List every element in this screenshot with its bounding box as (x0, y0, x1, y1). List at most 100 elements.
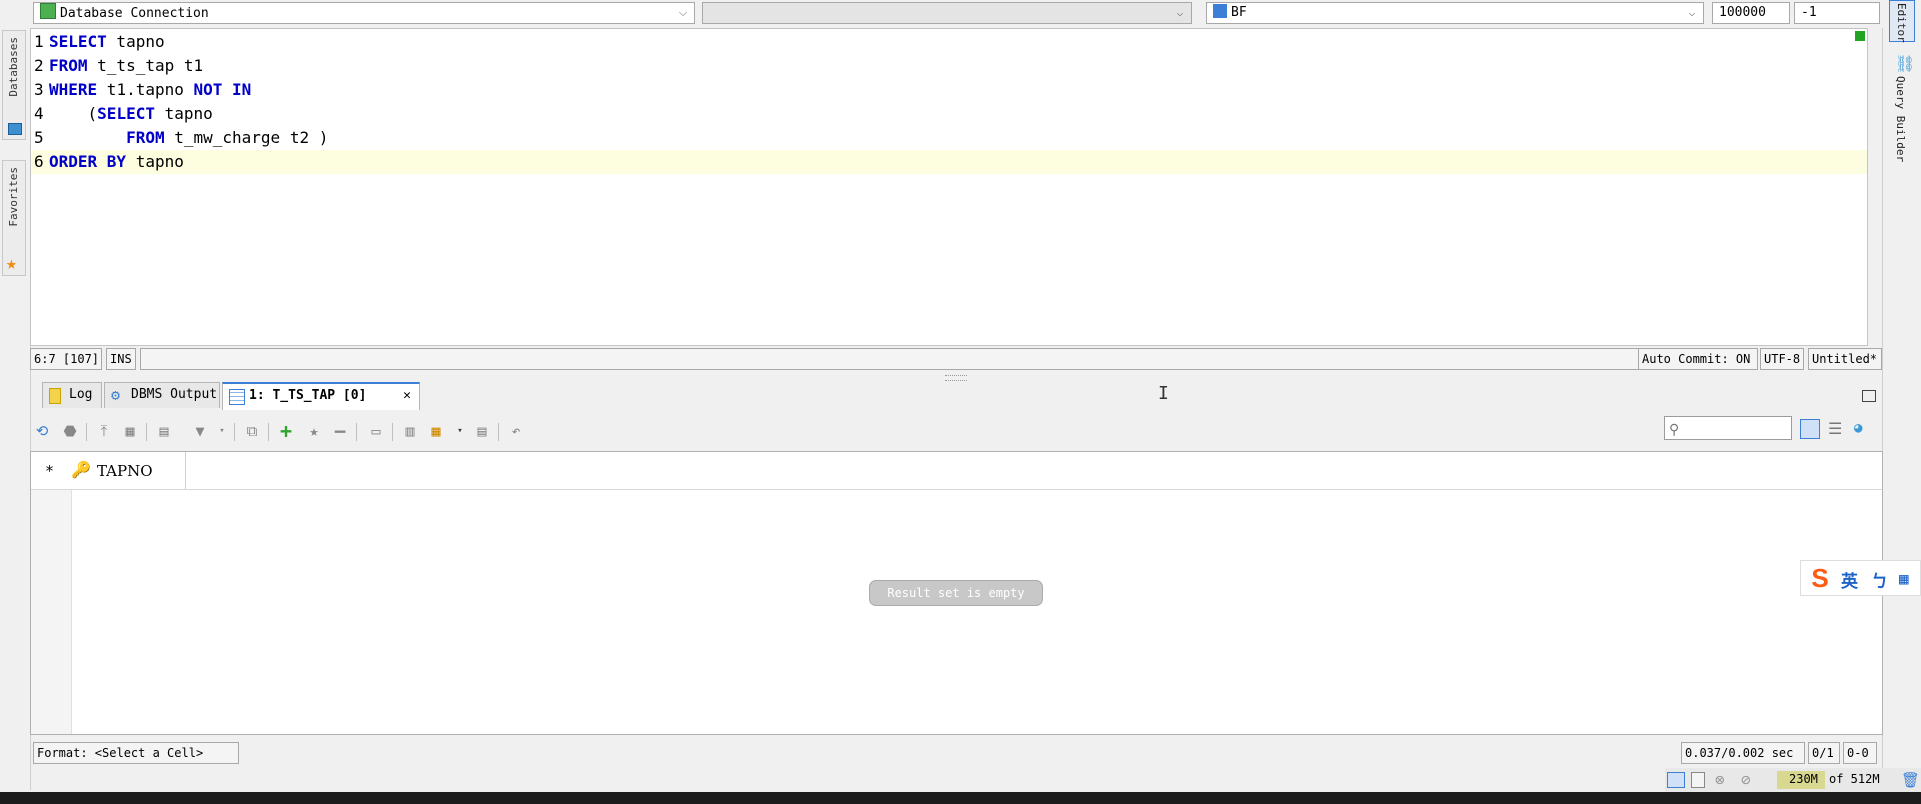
sql-editor[interactable]: 1 SELECT tapno 2 FROM t_ts_tap t1 3 WHERE t1.… (30, 28, 1868, 346)
calculator-icon[interactable]: ▤ (154, 421, 174, 441)
favorites-side-tab[interactable]: Favorites ★ (2, 160, 26, 276)
memory-used: 230M (1789, 772, 1818, 786)
tab-dbms-output[interactable]: ⚙ DBMS Output (104, 382, 220, 408)
chevron-down-icon: ⌵ (678, 7, 688, 19)
line-number: 3 (34, 80, 44, 99)
close-icon[interactable]: ✕ (403, 384, 411, 408)
query-builder-icon: ⛓ (1895, 54, 1916, 73)
add-row-icon[interactable]: + (276, 421, 296, 441)
sql-text: tapno (126, 152, 184, 171)
auto-commit-status[interactable]: Auto Commit: ON (1638, 348, 1758, 370)
sogou-logo-icon: S (1811, 563, 1829, 593)
layout-icon[interactable] (1667, 772, 1685, 788)
stop-icon[interactable]: ⬣ (60, 421, 80, 441)
sql-keyword: FROM (126, 128, 165, 147)
connection-toolbar: Database Connection ⌵ ⌵ BF ⌵ 100000 -1 (30, 0, 1885, 28)
tab-result-label: 1: T_TS_TAP [0] (249, 388, 367, 403)
grid-view-icon[interactable] (1800, 419, 1820, 439)
databases-side-tab[interactable]: Databases (2, 30, 26, 140)
schema-select[interactable]: ⌵ (702, 2, 1192, 24)
sql-keyword: SELECT (97, 104, 155, 123)
gc-icon[interactable]: ⊗ (1715, 770, 1725, 789)
os-taskbar (0, 792, 1921, 804)
cell-format: Format: <Select a Cell> (33, 742, 239, 764)
record-view-icon[interactable]: ☰ (1828, 419, 1842, 438)
grid-icon (229, 389, 245, 405)
ime-punctuation[interactable]: ㄅ (1871, 567, 1888, 592)
max-rows-input[interactable]: 100000 (1712, 2, 1790, 24)
sql-keyword: FROM (49, 56, 88, 75)
sql-text: t_ts_tap t1 (87, 56, 204, 75)
editor-line[interactable]: 1 SELECT tapno (31, 30, 1867, 54)
table-view-icon[interactable]: ▦ (120, 421, 140, 441)
result-toolbar: ⟲ ⬣ ⤒ ▦ ▤ ▼ ▾ ⧉ + ★ − ▭ ▥ ▦ ▾ ▤ ↶ (30, 418, 1885, 446)
sql-text: tapno (154, 104, 213, 123)
insert-mode[interactable]: INS (106, 348, 136, 370)
column-header-tapno[interactable]: TAPNO (97, 462, 153, 480)
sql-text: ( (49, 104, 98, 123)
cancel-icon[interactable]: ⊘ (1741, 770, 1751, 789)
star-icon: ★ (6, 253, 17, 274)
remove-row-icon[interactable]: − (330, 421, 350, 441)
edit-record-icon[interactable]: ▭ (366, 421, 386, 441)
user-schema-icon (1213, 4, 1227, 18)
chevron-down-icon: ⌵ (1688, 6, 1696, 19)
memory-bar[interactable]: ⊗ ⊘ 230M of 512M 🗑 (1665, 768, 1921, 792)
document-icon[interactable] (1691, 772, 1705, 788)
favorite-icon[interactable]: ★ (304, 421, 324, 441)
chevron-down-icon[interactable]: ▾ (450, 421, 470, 441)
line-code: FROM t_ts_tap t1 (49, 54, 203, 78)
right-side-panel: Editor ⛓ Query Builder (1882, 0, 1921, 790)
refresh-icon[interactable]: ⟲ (32, 421, 52, 441)
status-message (140, 348, 1664, 370)
column-divider[interactable] (185, 452, 186, 489)
editor-line[interactable]: 4 (SELECT tapno (31, 102, 1867, 126)
chevron-down-icon[interactable]: ▾ (212, 421, 232, 441)
gear-icon: ⚙ (111, 386, 121, 404)
line-number: 1 (34, 32, 44, 51)
trash-icon[interactable]: 🗑 (1901, 771, 1920, 789)
connection-select[interactable]: Database Connection ⌵ (33, 2, 695, 24)
search-icon: ⚲ (1669, 422, 1680, 438)
panel-splitter[interactable] (945, 375, 967, 381)
line-number: 4 (34, 104, 44, 123)
export-icon[interactable]: ⤒ (94, 421, 114, 441)
tab-result-t-ts-tap[interactable]: 1: T_TS_TAP [0] ✕ (222, 382, 420, 410)
chevron-down-icon: ⌵ (1176, 6, 1184, 19)
sql-text: t_mw_charge t2 ) (164, 128, 329, 147)
editor-line[interactable]: 5 FROM t_mw_charge t2 ) (31, 126, 1867, 150)
output-tabs: Log ⚙ DBMS Output 1: T_TS_TAP [0] ✕ (30, 382, 1885, 410)
user-select[interactable]: BF ⌵ (1206, 2, 1704, 24)
grid-layout-icon[interactable]: ▦ (426, 421, 446, 441)
tab-log[interactable]: Log (42, 382, 102, 408)
query-builder-side-tab[interactable]: ⛓ Query Builder (1889, 52, 1915, 182)
fetch-size-input[interactable]: -1 (1794, 2, 1880, 24)
empty-result-message: Result set is empty (869, 580, 1043, 606)
user-value: BF (1231, 5, 1247, 20)
encoding-status[interactable]: UTF-8 (1760, 348, 1804, 370)
line-code: SELECT tapno (49, 30, 165, 54)
query-timing: 0.037/0.002 sec (1681, 742, 1805, 764)
grid-search-input[interactable]: ⚲ (1664, 416, 1792, 440)
maximize-icon[interactable] (1862, 390, 1876, 402)
copy-icon[interactable]: ⧉ (242, 421, 262, 441)
filter-icon[interactable]: ▼ (190, 421, 210, 441)
column-header-row: * 🔑 TAPNO (31, 452, 1882, 490)
editor-side-tab[interactable]: Editor (1889, 0, 1915, 43)
ime-language[interactable]: 英 (1841, 567, 1858, 592)
editor-line[interactable]: 6 ORDER BY tapno (31, 150, 1867, 174)
key-icon: 🔑 (71, 460, 91, 479)
undo-icon[interactable]: ↶ (506, 421, 526, 441)
print-icon[interactable]: ▤ (472, 421, 492, 441)
editor-line[interactable]: 3 WHERE t1.tapno NOT IN (31, 78, 1867, 102)
line-code: ORDER BY tapno (49, 150, 184, 174)
text-cursor: I (1158, 383, 1169, 404)
columns-icon[interactable]: ▥ (400, 421, 420, 441)
chart-view-icon[interactable]: ◕ (1854, 420, 1862, 436)
line-number: 5 (34, 128, 44, 147)
editor-line[interactable]: 2 FROM t_ts_tap t1 (31, 54, 1867, 78)
ime-menu-icon[interactable]: ▦ (1899, 569, 1909, 588)
row-marker: * (45, 462, 55, 480)
ime-toolbar[interactable]: S 英 ㄅ ▦ (1800, 560, 1921, 596)
connection-value: Database Connection (60, 6, 209, 21)
